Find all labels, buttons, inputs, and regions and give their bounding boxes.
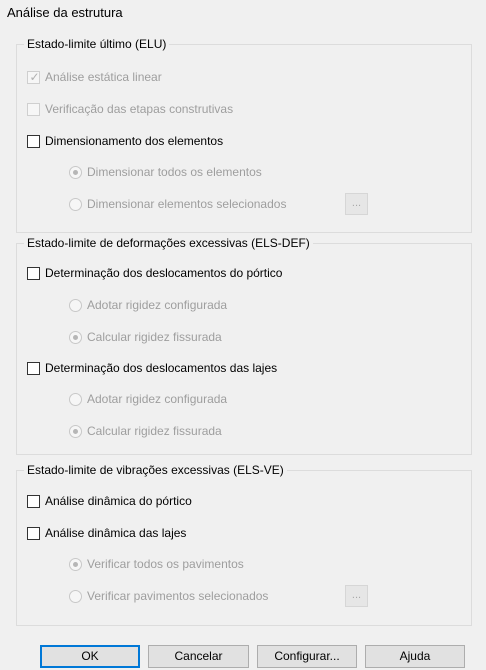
group-els-ve-legend: Estado-limite de vibrações excessivas (E…	[27, 463, 284, 477]
radio-verificar-selecionados: Verificar pavimentos selecionados	[69, 589, 268, 603]
select-elements-button: ...	[345, 193, 368, 215]
checkbox-analise-estatica-label: Análise estática linear	[45, 70, 162, 84]
checkbox-verificacao-etapas-label: Verificação das etapas construtivas	[45, 102, 234, 116]
checkbox-dinamica-portico[interactable]: Análise dinâmica do pórtico	[27, 494, 192, 508]
checkbox-dimensionamento[interactable]: Dimensionamento dos elementos	[27, 134, 223, 148]
radio-verificar-todos-label: Verificar todos os pavimentos	[87, 557, 244, 571]
checkbox-dinamica-lajes-label[interactable]: Análise dinâmica das lajes	[45, 526, 186, 540]
radio-portico-calcular-rigidez: Calcular rigidez fissurada	[69, 330, 222, 344]
checkbox-desl-portico[interactable]: Determinação dos deslocamentos do pórtic…	[27, 266, 282, 280]
ok-button[interactable]: OK	[40, 645, 140, 668]
radio-selected-dot	[73, 169, 78, 175]
radio-portico-calcular-rigidez-circle	[69, 330, 82, 344]
group-elu-legend: Estado-limite último (ELU)	[27, 37, 167, 51]
checkbox-analise-estatica: ✓ Análise estática linear	[27, 70, 162, 84]
radio-lajes-calcular-rigidez: Calcular rigidez fissurada	[69, 424, 222, 438]
radio-lajes-adotar-rigidez: Adotar rigidez configurada	[69, 392, 227, 406]
configure-button[interactable]: Configurar...	[257, 645, 357, 668]
radio-selected-dot	[73, 561, 78, 567]
radio-selected-dot	[73, 428, 78, 434]
checkbox-desl-lajes-label[interactable]: Determinação dos deslocamentos das lajes	[45, 361, 277, 375]
radio-dimensionar-todos: Dimensionar todos os elementos	[69, 165, 262, 179]
dialog-title: Análise da estrutura	[7, 5, 123, 20]
checkbox-desl-lajes-box[interactable]	[27, 361, 40, 375]
checkbox-verificacao-etapas: Verificação das etapas construtivas	[27, 102, 233, 116]
radio-lajes-adotar-rigidez-circle	[69, 392, 82, 406]
radio-dimensionar-selecionados: Dimensionar elementos selecionados	[69, 197, 286, 211]
checkbox-dinamica-portico-label[interactable]: Análise dinâmica do pórtico	[45, 494, 192, 508]
checkbox-desl-portico-label[interactable]: Determinação dos deslocamentos do pórtic…	[45, 266, 282, 280]
radio-selected-dot	[73, 334, 78, 340]
radio-portico-calcular-rigidez-label: Calcular rigidez fissurada	[87, 330, 222, 344]
help-button[interactable]: Ajuda	[365, 645, 465, 668]
select-floors-button: ...	[345, 585, 368, 607]
radio-dimensionar-todos-circle	[69, 165, 82, 179]
checkbox-dinamica-lajes[interactable]: Análise dinâmica das lajes	[27, 526, 186, 540]
group-els-def-legend: Estado-limite de deformações excessivas …	[27, 236, 310, 250]
checkbox-verificacao-etapas-box	[27, 102, 40, 116]
checkbox-dinamica-lajes-box[interactable]	[27, 526, 40, 540]
radio-dimensionar-selecionados-circle	[69, 197, 82, 211]
radio-lajes-adotar-rigidez-label: Adotar rigidez configurada	[87, 392, 228, 406]
radio-verificar-todos: Verificar todos os pavimentos	[69, 557, 244, 571]
checkbox-dimensionamento-label[interactable]: Dimensionamento dos elementos	[45, 134, 223, 148]
radio-verificar-selecionados-circle	[69, 589, 82, 603]
checkbox-desl-portico-box[interactable]	[27, 266, 40, 280]
cancel-button[interactable]: Cancelar	[148, 645, 249, 668]
checkbox-dimensionamento-box[interactable]	[27, 134, 40, 148]
radio-lajes-calcular-rigidez-circle	[69, 424, 82, 438]
radio-portico-adotar-rigidez-circle	[69, 298, 82, 312]
radio-portico-adotar-rigidez-label: Adotar rigidez configurada	[87, 298, 228, 312]
radio-dimensionar-selecionados-label: Dimensionar elementos selecionados	[87, 197, 287, 211]
checkbox-dinamica-portico-box[interactable]	[27, 494, 40, 508]
radio-verificar-todos-circle	[69, 557, 82, 571]
radio-verificar-selecionados-label: Verificar pavimentos selecionados	[87, 589, 269, 603]
radio-lajes-calcular-rigidez-label: Calcular rigidez fissurada	[87, 424, 222, 438]
checkbox-analise-estatica-box: ✓	[27, 69, 40, 84]
radio-dimensionar-todos-label: Dimensionar todos os elementos	[87, 165, 262, 179]
checkbox-desl-lajes[interactable]: Determinação dos deslocamentos das lajes	[27, 361, 277, 375]
radio-portico-adotar-rigidez: Adotar rigidez configurada	[69, 298, 227, 312]
check-icon: ✓	[29, 69, 40, 84]
